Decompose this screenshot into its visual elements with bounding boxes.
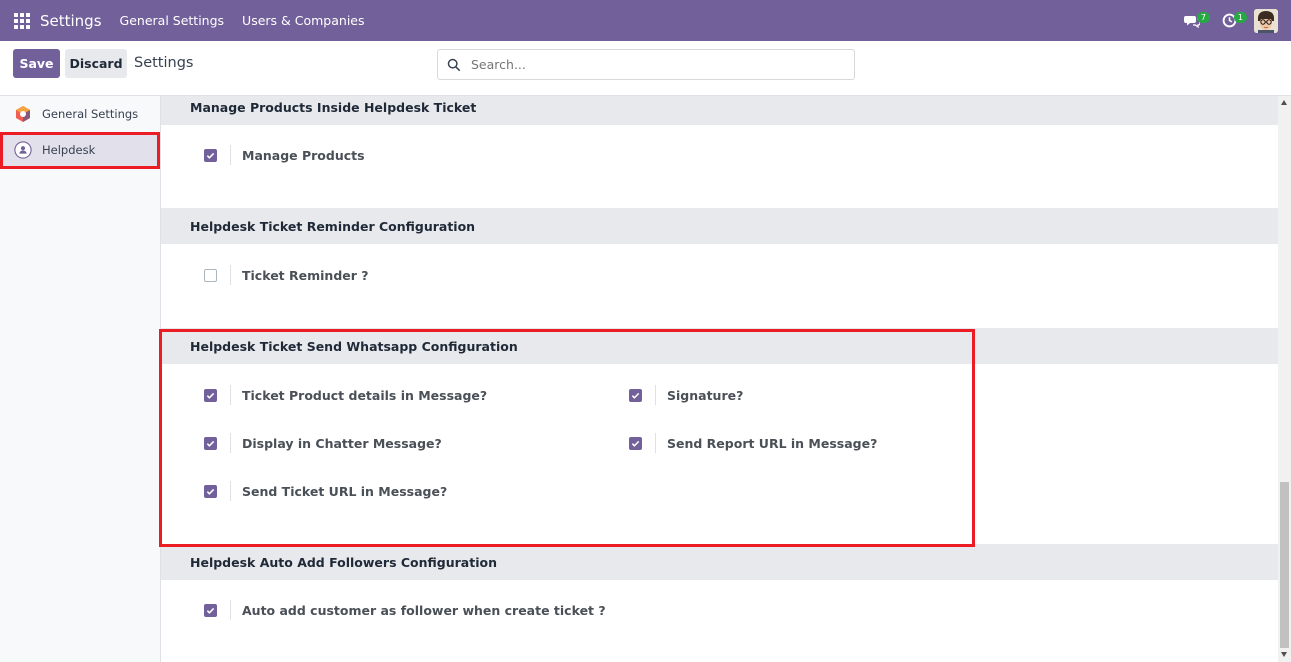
- check-icon: [206, 607, 215, 614]
- check-icon: [206, 152, 215, 159]
- checkbox-checked[interactable]: [204, 148, 217, 162]
- messages-button[interactable]: 7: [1180, 9, 1210, 33]
- menu-users-companies[interactable]: Users & Companies: [242, 13, 364, 28]
- sidebar-item-general-settings[interactable]: General Settings: [0, 96, 160, 132]
- save-button[interactable]: Save: [13, 49, 60, 78]
- setting-auto-add-follower[interactable]: Auto add customer as follower when creat…: [204, 600, 606, 620]
- control-panel: Save Discard Settings: [0, 41, 1291, 96]
- breadcrumb: Settings: [134, 55, 194, 71]
- scroll-thumb[interactable]: [1280, 482, 1289, 648]
- section-header: Helpdesk Ticket Reminder Configuration: [161, 208, 1278, 244]
- checkbox-checked[interactable]: [204, 603, 217, 617]
- section-header: Helpdesk Auto Add Followers Configuratio…: [161, 544, 1278, 580]
- highlight-box-sidebar: [0, 132, 160, 169]
- scroll-up-icon[interactable]: [1281, 100, 1287, 105]
- user-avatar[interactable]: [1254, 8, 1278, 33]
- settings-sidebar: General Settings Helpdesk: [0, 96, 161, 662]
- checkbox-unchecked[interactable]: [204, 268, 217, 282]
- setting-ticket-reminder[interactable]: Ticket Reminder ?: [204, 265, 369, 285]
- menu-general-settings[interactable]: General Settings: [120, 13, 225, 28]
- odoo-logo-icon: [16, 106, 30, 122]
- setting-label: Manage Products: [242, 147, 365, 163]
- setting-manage-products[interactable]: Manage Products: [204, 145, 365, 165]
- app-brand[interactable]: Settings: [40, 12, 102, 30]
- apps-menu-icon[interactable]: [14, 12, 30, 29]
- setting-label: Ticket Reminder ?: [242, 267, 369, 283]
- vertical-scrollbar[interactable]: [1278, 96, 1291, 662]
- scroll-down-icon[interactable]: [1281, 652, 1287, 657]
- messages-badge: 7: [1196, 11, 1210, 23]
- search-input[interactable]: [471, 57, 841, 72]
- activities-badge: 1: [1233, 11, 1247, 23]
- discard-button[interactable]: Discard: [65, 49, 127, 78]
- top-navbar: Settings General Settings Users & Compan…: [0, 0, 1291, 41]
- search-box[interactable]: [437, 49, 855, 80]
- sidebar-item-label: General Settings: [42, 107, 139, 121]
- activities-button[interactable]: 1: [1217, 9, 1247, 33]
- search-icon: [447, 58, 461, 71]
- section-header: Manage Products Inside Helpdesk Ticket: [161, 96, 1278, 125]
- setting-label: Auto add customer as follower when creat…: [242, 602, 606, 618]
- highlight-box-whatsapp-section: [159, 329, 975, 547]
